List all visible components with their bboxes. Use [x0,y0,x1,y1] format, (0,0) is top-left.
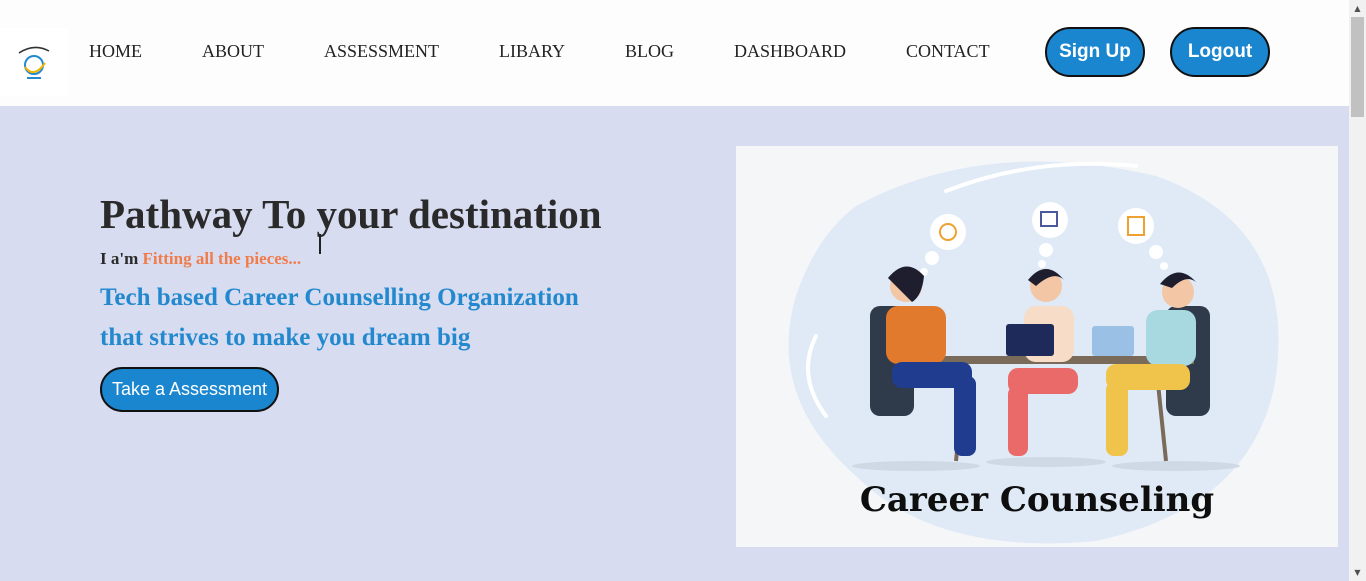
take-assessment-button[interactable]: Take a Assessment [100,367,279,412]
hero-section: Pathway To your destination I a'm Fittin… [0,106,1349,581]
scroll-down-arrow-icon[interactable]: ▼ [1349,564,1366,581]
typed-prefix: I a'm [100,249,143,268]
logo-icon [18,46,50,79]
navbar: HOME ABOUT ASSESSMENT LIBARY BLOG DASHBO… [0,0,1349,106]
scrollbar-thumb[interactable] [1351,17,1364,117]
site-logo[interactable] [0,28,68,96]
signup-button[interactable]: Sign Up [1045,27,1145,77]
nav-library[interactable]: LIBARY [499,41,565,62]
nav-blog[interactable]: BLOG [625,41,674,62]
scroll-up-arrow-icon[interactable]: ▲ [1349,0,1366,17]
text-cursor [319,234,321,254]
tagline-line-1: Tech based Career Counselling Organizati… [100,284,579,311]
nav-about[interactable]: ABOUT [202,41,264,62]
hero-tagline: Tech based Career Counselling Organizati… [100,278,579,358]
hero-title: Pathway To your destination [100,191,602,237]
typed-text: Fitting all the pieces... [142,249,302,268]
typed-line: I a'm Fitting all the pieces... [100,249,301,269]
nav-dashboard[interactable]: DASHBOARD [734,41,846,62]
logout-button[interactable]: Logout [1170,27,1270,77]
career-counseling-illustration: Career Counseling [736,146,1338,547]
nav-contact[interactable]: CONTACT [906,41,990,62]
nav-assessment[interactable]: ASSESSMENT [324,41,439,62]
illustration-caption: Career Counseling [859,480,1215,520]
vertical-scrollbar[interactable]: ▲ ▼ [1349,0,1366,581]
nav-home[interactable]: HOME [89,41,142,62]
tagline-line-2: that strives to make you dream big [100,324,471,351]
